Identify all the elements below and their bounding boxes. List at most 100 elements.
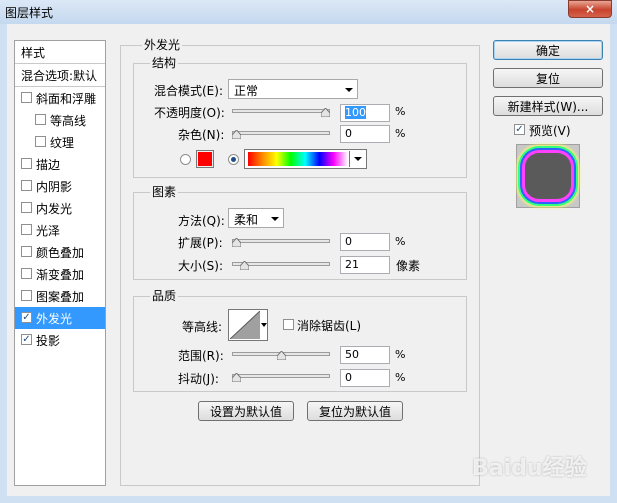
contour-checkbox[interactable]: [35, 114, 46, 125]
contour-preview-icon: [230, 311, 260, 339]
satin-checkbox[interactable]: [21, 224, 32, 235]
sidebar-item-blending-options[interactable]: 混合选项:默认: [15, 64, 105, 87]
quality-title: 品质: [150, 287, 179, 304]
size-unit: 像素: [396, 259, 421, 273]
blend-mode-select[interactable]: 正常: [228, 79, 358, 99]
noise-label: 杂色(N):: [178, 128, 225, 142]
inner-shadow-checkbox[interactable]: [21, 180, 32, 191]
gradient-overlay-checkbox[interactable]: [21, 268, 32, 279]
sidebar-item-label: 投影: [36, 334, 61, 348]
new-style-button[interactable]: 新建样式(W)...: [493, 96, 603, 116]
size-input[interactable]: 21: [340, 256, 390, 274]
preview-checkbox[interactable]: ✓: [514, 124, 525, 135]
sidebar-item-label: 混合选项:默认: [21, 69, 98, 83]
sidebar-item-satin[interactable]: 光泽: [15, 219, 105, 241]
glow-color-fill: [198, 152, 212, 166]
sidebar-item-label: 光泽: [36, 224, 61, 238]
make-default-label: 设置为默认值: [209, 404, 282, 419]
sidebar-item-texture[interactable]: 纹理: [15, 131, 105, 153]
spread-slider-track[interactable]: [232, 239, 330, 243]
jitter-unit: %: [395, 371, 406, 384]
sidebar-item-color-overlay[interactable]: 颜色叠加: [15, 241, 105, 263]
opacity-slider-track[interactable]: [232, 109, 330, 113]
opacity-input[interactable]: 100: [340, 104, 390, 122]
bevel-emboss-checkbox[interactable]: [21, 92, 32, 103]
reset-default-button[interactable]: 复位为默认值: [307, 401, 403, 421]
spread-slider-thumb[interactable]: [232, 238, 241, 247]
sidebar-item-contour[interactable]: 等高线: [15, 109, 105, 131]
spread-label: 扩展(P):: [178, 236, 223, 250]
stroke-checkbox[interactable]: [21, 158, 32, 169]
sidebar-item-inner-glow[interactable]: 内发光: [15, 197, 105, 219]
jitter-slider-track[interactable]: [232, 374, 330, 378]
contour-picker[interactable]: [228, 309, 268, 341]
style-list-header-label: 样式: [21, 46, 46, 60]
technique-select[interactable]: 柔和: [228, 208, 284, 228]
sidebar-item-stroke[interactable]: 描边: [15, 153, 105, 175]
spread-unit: %: [395, 235, 406, 248]
noise-slider-track[interactable]: [232, 131, 330, 135]
outer-glow-title: 外发光: [142, 36, 183, 53]
sidebar-item-label: 图案叠加: [36, 290, 85, 304]
texture-checkbox[interactable]: [35, 136, 46, 147]
sidebar-item-label: 纹理: [50, 136, 75, 150]
gradient-picker[interactable]: [244, 149, 367, 169]
sidebar-item-label: 等高线: [50, 114, 87, 128]
noise-slider-thumb[interactable]: [232, 130, 241, 139]
sidebar-item-pattern-overlay[interactable]: 图案叠加: [15, 285, 105, 307]
opacity-unit: %: [395, 105, 406, 118]
technique-value: 柔和: [234, 213, 259, 227]
opacity-label: 不透明度(O):: [154, 106, 225, 120]
range-slider-thumb[interactable]: [276, 351, 286, 360]
style-list-header: 样式: [15, 41, 105, 64]
opacity-slider-thumb[interactable]: [321, 108, 330, 117]
elements-title: 图素: [150, 183, 179, 200]
range-input[interactable]: 50: [340, 346, 390, 364]
title-bar: 图层样式: [0, 0, 617, 24]
sidebar-item-outer-glow[interactable]: ✓ 外发光: [15, 307, 105, 329]
jitter-label: 抖动(J):: [178, 372, 219, 386]
antialias-checkbox[interactable]: [283, 319, 294, 330]
contour-label: 等高线:: [182, 320, 223, 334]
jitter-slider-thumb[interactable]: [232, 373, 241, 382]
sidebar-item-gradient-overlay[interactable]: 渐变叠加: [15, 263, 105, 285]
gradient-preview: [248, 152, 348, 166]
outer-glow-checkbox[interactable]: ✓: [21, 312, 32, 323]
gradient-radio[interactable]: [228, 154, 239, 165]
make-default-button[interactable]: 设置为默认值: [198, 401, 294, 421]
size-label: 大小(S):: [178, 259, 224, 273]
ok-label: 确定: [535, 43, 560, 58]
sidebar-item-inner-shadow[interactable]: 内阴影: [15, 175, 105, 197]
chevron-down-icon: [345, 88, 353, 92]
reset-label: 复位: [535, 71, 560, 86]
sidebar-item-label: 内阴影: [36, 180, 73, 194]
preview-label: 预览(V): [529, 124, 571, 138]
gradient-dropdown-button[interactable]: [349, 151, 366, 167]
style-preview: [516, 144, 580, 208]
reset-default-label: 复位为默认值: [318, 404, 391, 419]
drop-shadow-checkbox[interactable]: ✓: [21, 334, 32, 345]
watermark-text: Baidu经验: [472, 456, 587, 481]
sidebar-item-bevel-emboss[interactable]: 斜面和浮雕: [15, 87, 105, 109]
solid-color-radio[interactable]: [180, 154, 191, 165]
jitter-input[interactable]: 0: [340, 369, 390, 387]
glow-color-swatch[interactable]: [196, 150, 214, 168]
inner-glow-checkbox[interactable]: [21, 202, 32, 213]
chevron-down-icon: [354, 157, 362, 161]
blend-mode-label: 混合模式(E):: [154, 84, 223, 98]
structure-title: 结构: [150, 54, 179, 71]
spread-input[interactable]: 0: [340, 233, 390, 251]
sidebar-item-drop-shadow[interactable]: ✓ 投影: [15, 329, 105, 351]
style-list: 样式 混合选项:默认 斜面和浮雕 等高线 纹理 描边 内阴影 内发光 光泽 颜色…: [14, 40, 106, 486]
color-overlay-checkbox[interactable]: [21, 246, 32, 257]
noise-input[interactable]: 0: [340, 125, 390, 143]
range-unit: %: [395, 348, 406, 361]
noise-unit: %: [395, 127, 406, 140]
reset-button[interactable]: 复位: [493, 68, 603, 88]
size-slider-thumb[interactable]: [239, 261, 249, 270]
pattern-overlay-checkbox[interactable]: [21, 290, 32, 301]
close-button[interactable]: ×: [568, 0, 612, 18]
ok-button[interactable]: 确定: [493, 40, 603, 60]
close-icon: ×: [584, 2, 596, 16]
baidu-watermark: Baidu经验: [472, 450, 587, 482]
